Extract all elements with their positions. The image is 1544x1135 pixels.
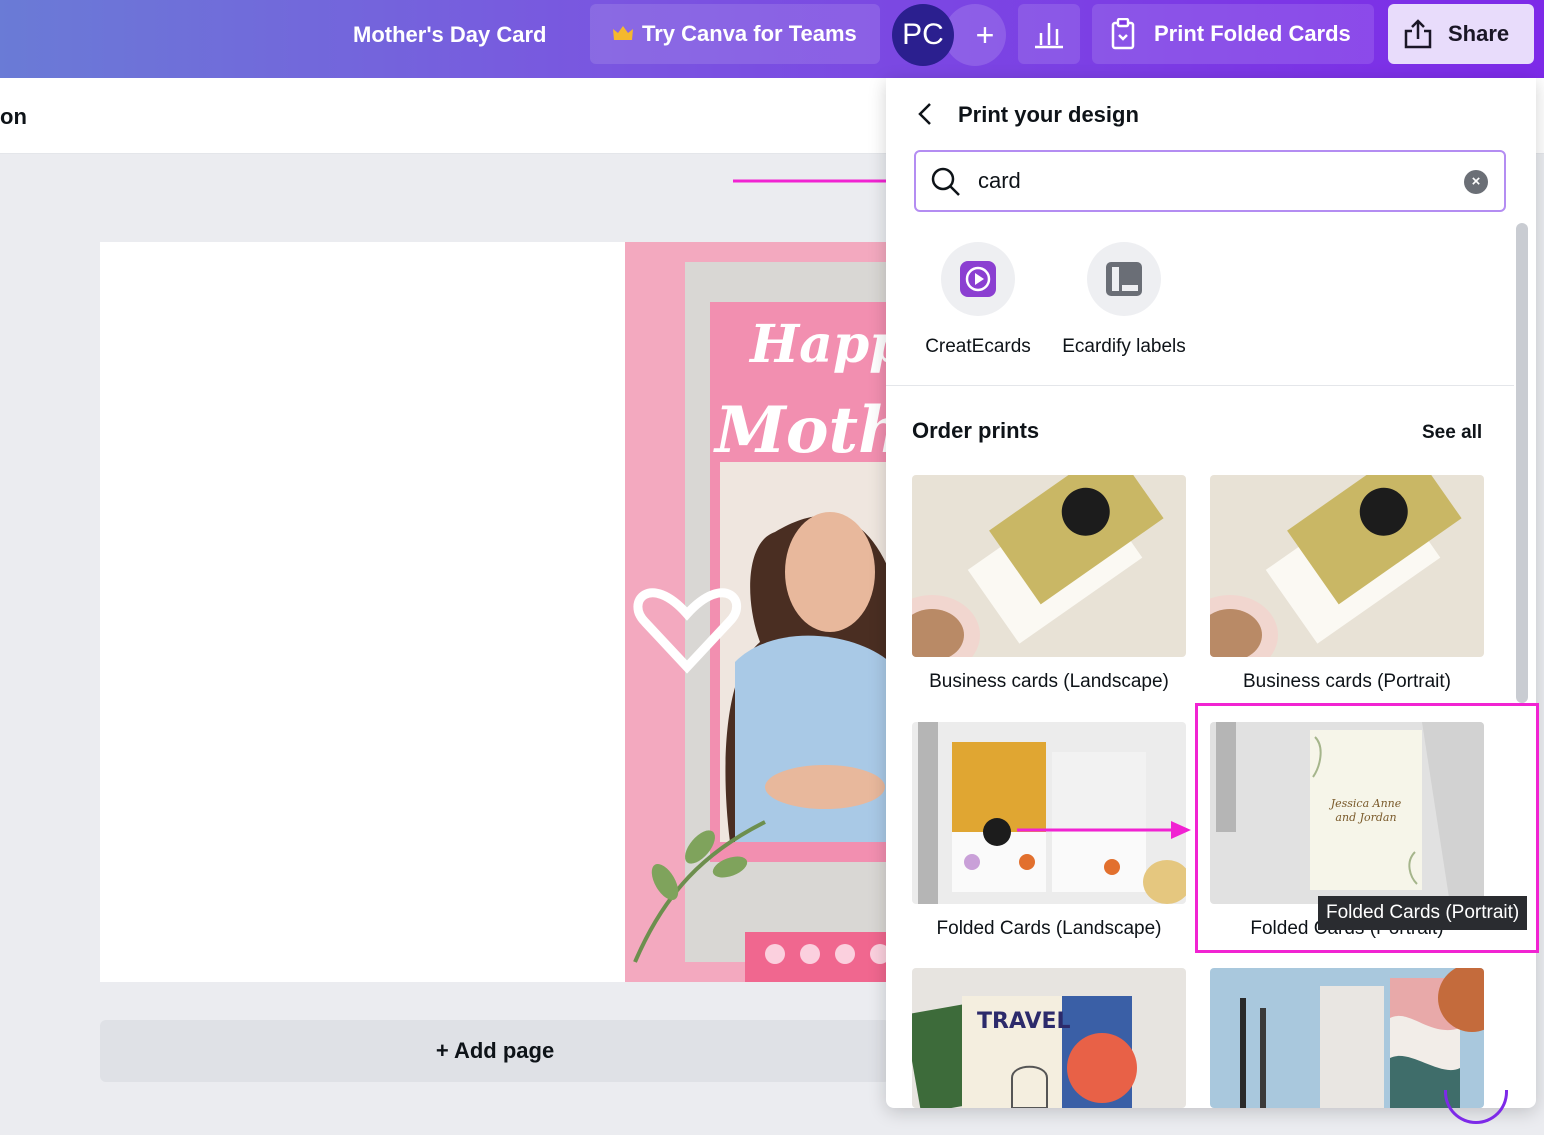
svg-text:Mothe: Mothe [713,393,890,468]
app-label: Ecardify labels [1062,336,1186,357]
clear-search-icon[interactable]: × [1464,170,1488,194]
product-thumbnail-minted-fashion[interactable] [1210,968,1484,1108]
search-icon [931,167,960,196]
share-label: Share [1448,21,1510,46]
insights-button[interactable] [1018,4,1080,64]
avatar[interactable]: PC [892,4,954,66]
product-label: Business cards (Landscape) [929,671,1169,692]
bar-chart-icon [1035,23,1063,49]
back-arrow-icon[interactable] [912,100,940,128]
product-business-cards-portrait[interactable]: Business cards (Portrait) [1210,475,1484,693]
top-bar: Mother's Day Card Try Canva for Teams + … [0,0,1544,78]
section-title-order-prints: Order prints [912,418,1040,443]
print-folded-cards-button[interactable]: Print Folded Cards [1092,4,1374,64]
product-thumbnail [1210,968,1484,1108]
product-thumbnail [1210,475,1484,657]
print-panel: Print your design card × CreatEcards Eca [886,78,1536,1108]
upload-icon [1404,19,1432,49]
mothers-day-photo-image: Happy Mothe [625,242,890,982]
crown-icon [613,26,633,40]
toolbar-truncated-text[interactable]: on [0,104,27,130]
design-photo-panel[interactable]: Happy Mothe [625,242,890,982]
product-label: Folded Cards (Landscape) [936,918,1162,939]
app-createcards[interactable]: CreatEcards [912,242,1044,358]
search-value: card [978,168,1021,193]
ecardify-icon [1106,262,1142,296]
svg-text:TRAVEL: TRAVEL [977,1009,1071,1034]
svg-text:Happy: Happy [748,314,890,375]
divider [886,385,1514,386]
product-label: Business cards (Portrait) [1242,671,1451,692]
print-folded-cards-label: Print Folded Cards [1154,21,1351,46]
annotation-arrow-search [733,171,908,191]
try-teams-label: Try Canva for Teams [642,21,857,46]
see-all-link[interactable]: See all [1422,422,1482,444]
print-clipboard-icon [1111,18,1135,50]
plus-icon: + [975,16,995,53]
createcards-icon [960,261,996,297]
add-page-button[interactable]: + Add page [100,1020,890,1082]
product-thumbnail [912,722,1186,904]
product-thumbnail-travel[interactable]: TRAVEL [912,968,1186,1108]
panel-scrollbar[interactable] [1516,223,1528,703]
print-search-input[interactable]: card × [914,150,1506,212]
tooltip: Folded Cards (Portrait) [1318,896,1528,930]
product-thumbnail: TRAVEL [912,968,1186,1108]
try-teams-button[interactable]: Try Canva for Teams [590,4,880,64]
share-button[interactable]: Share [1388,4,1534,64]
annotation-arrow-folded [1017,821,1191,839]
panel-title: Print your design [958,102,1139,127]
design-title[interactable]: Mother's Day Card [353,0,547,70]
app-label: CreatEcards [925,336,1031,357]
product-thumbnail [912,475,1186,657]
app-ecardify-labels[interactable]: Ecardify labels [1056,242,1192,358]
product-business-cards-landscape[interactable]: Business cards (Landscape) [912,475,1186,693]
